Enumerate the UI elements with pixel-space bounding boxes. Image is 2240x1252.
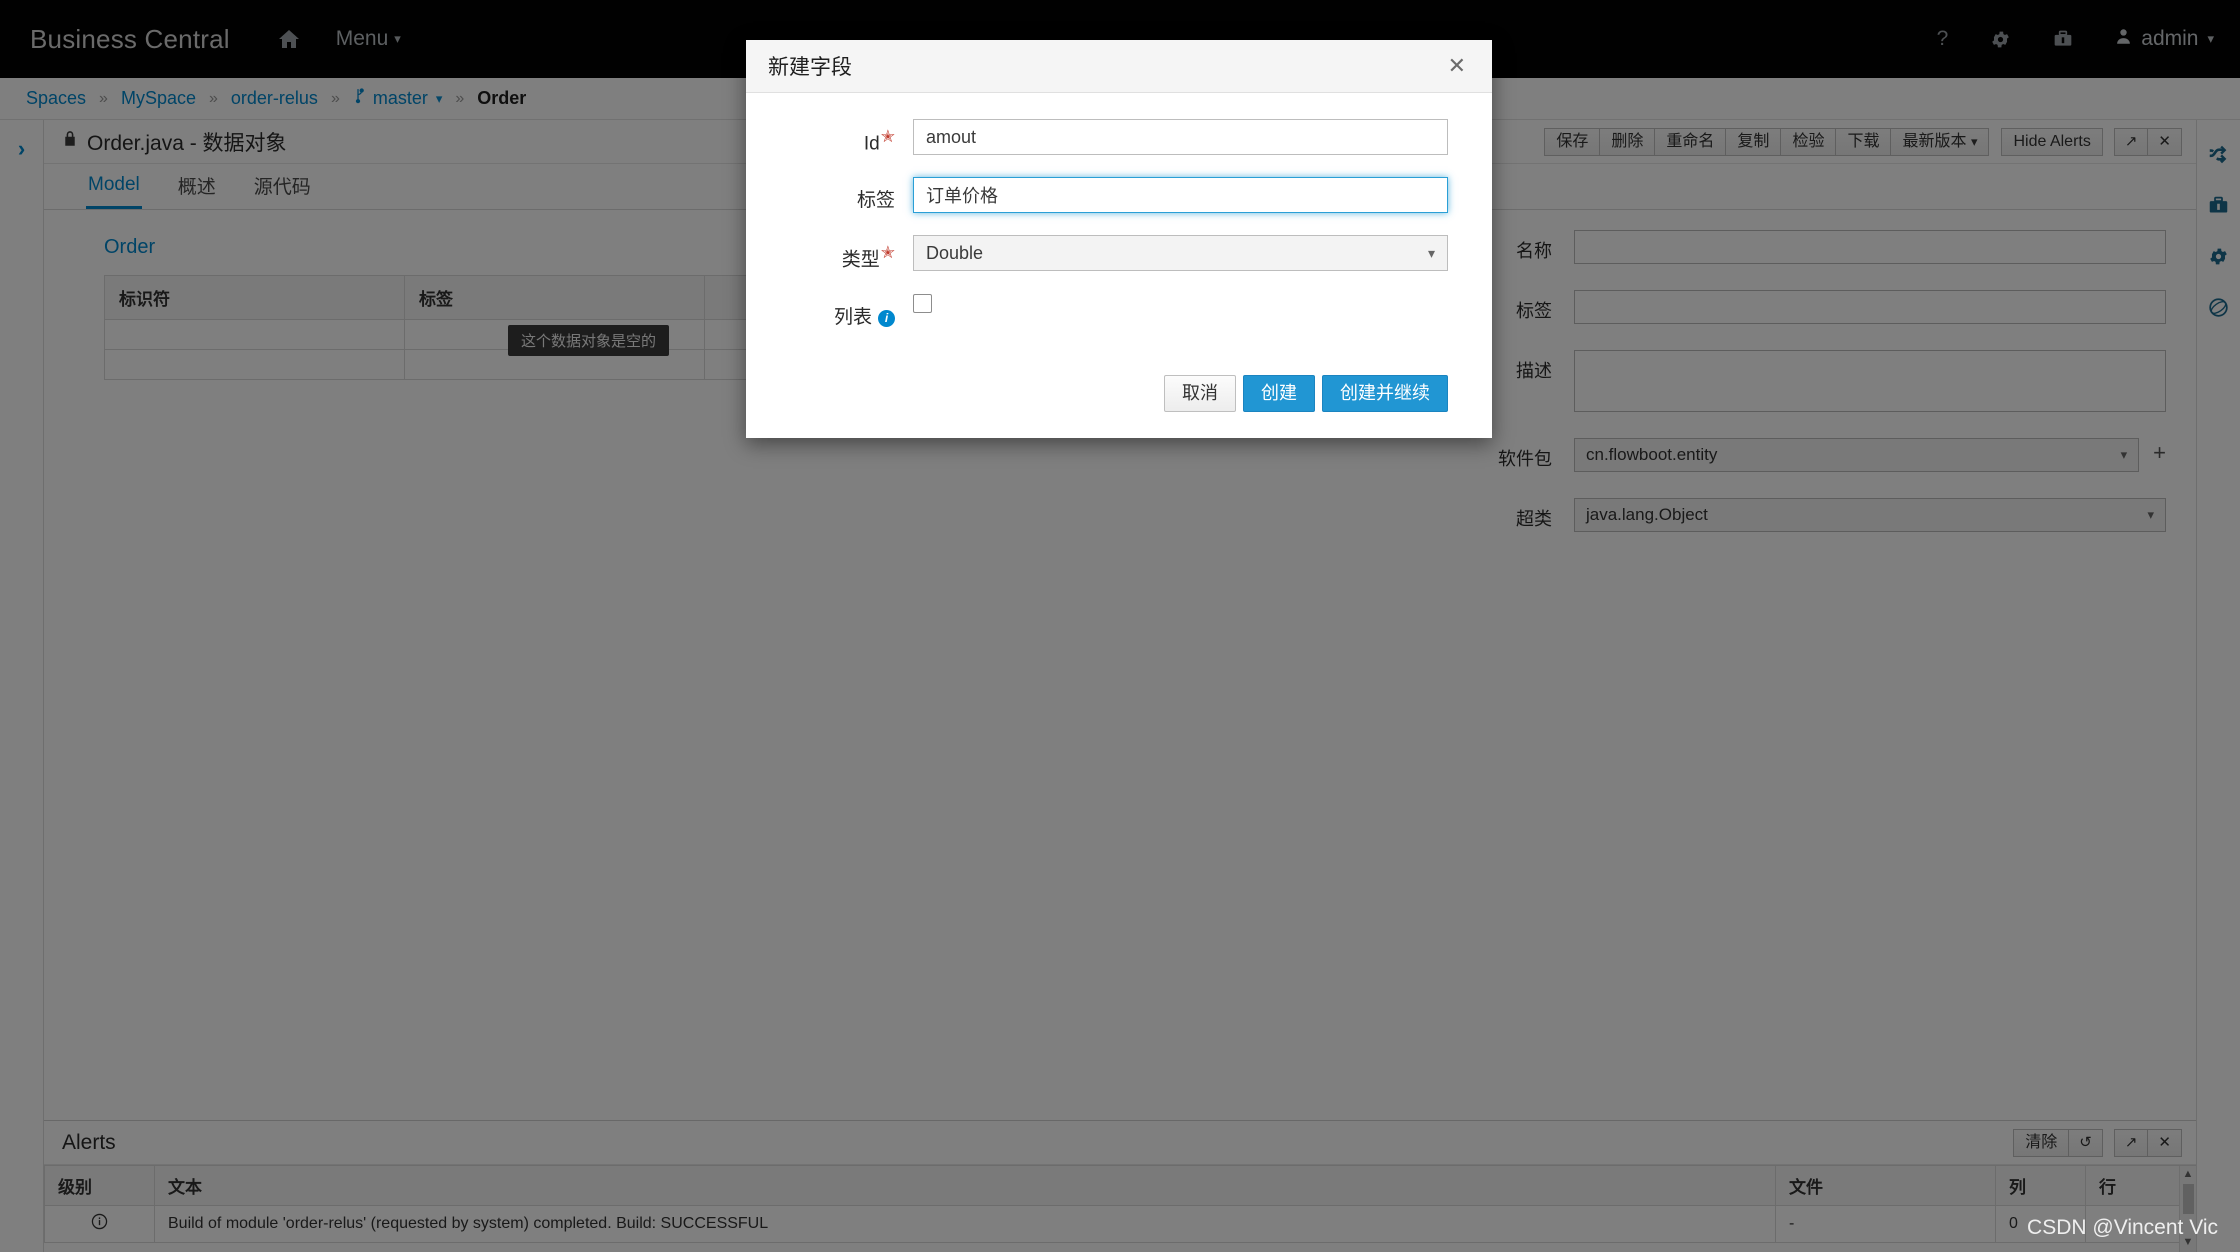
modal-row-type: 类型✭ Double ▾ <box>768 235 1448 271</box>
field-label-input[interactable] <box>913 177 1448 213</box>
info-icon[interactable]: i <box>878 310 895 327</box>
chevron-down-icon: ▾ <box>1428 245 1435 262</box>
modal-row-label: 标签 <box>768 177 1448 213</box>
field-type-value: Double <box>926 243 983 264</box>
modal-label-label: 标签 <box>768 177 913 212</box>
modal-body: Id✭ 标签 类型✭ Double ▾ <box>746 93 1492 357</box>
field-id-input[interactable] <box>913 119 1448 155</box>
close-icon[interactable]: ✕ <box>1444 53 1470 79</box>
modal-label-type: 类型✭ <box>768 235 913 271</box>
field-list-checkbox[interactable] <box>913 294 932 313</box>
modal-label-id: Id✭ <box>768 119 913 155</box>
modal-label-list-text: 列表 <box>834 307 872 328</box>
modal-header: 新建字段 ✕ <box>746 40 1492 93</box>
modal-title: 新建字段 <box>768 51 1444 81</box>
field-type-select[interactable]: Double ▾ <box>913 235 1448 271</box>
required-star-icon: ✭ <box>881 243 895 262</box>
modal-footer: 取消 创建 创建并继续 <box>746 357 1492 438</box>
modal-row-list: 列表 i <box>768 294 1448 329</box>
modal-row-id: Id✭ <box>768 119 1448 155</box>
modal-label-list: 列表 i <box>768 294 913 329</box>
modal-label-id-text: Id <box>864 133 880 154</box>
new-field-modal: 新建字段 ✕ Id✭ 标签 类型✭ <box>746 40 1492 438</box>
modal-label-type-text: 类型 <box>842 250 880 271</box>
create-button[interactable]: 创建 <box>1243 375 1315 412</box>
cancel-button[interactable]: 取消 <box>1164 375 1236 412</box>
create-and-continue-button[interactable]: 创建并继续 <box>1322 375 1448 412</box>
required-star-icon: ✭ <box>881 127 895 146</box>
